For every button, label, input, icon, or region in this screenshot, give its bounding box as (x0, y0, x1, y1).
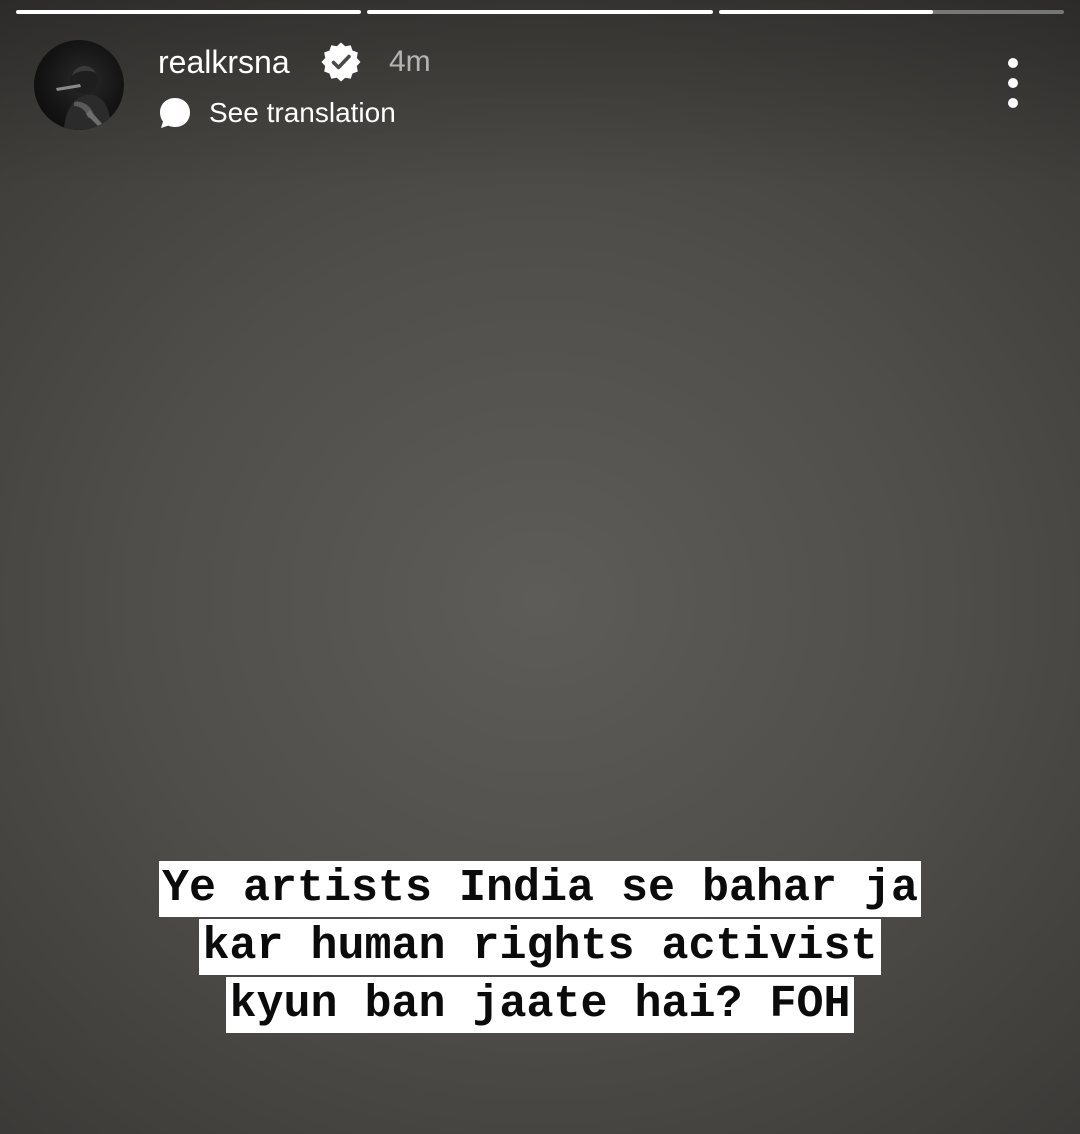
progress-segment-3 (718, 10, 1064, 14)
story-caption: Ye artists India se bahar ja kar human r… (0, 861, 1080, 1035)
see-translation-button[interactable]: See translation (158, 94, 396, 132)
progress-fill-2 (367, 10, 713, 14)
avatar-photo (56, 65, 114, 130)
more-vertical-icon-dot-3 (1008, 98, 1018, 108)
username[interactable]: realkrsna (158, 40, 290, 84)
caption-line-3: kyun ban jaate hai? FOH (226, 977, 854, 1033)
progress-fill-3 (718, 10, 933, 14)
more-options-button[interactable] (992, 58, 1034, 108)
see-translation-label: See translation (209, 97, 396, 128)
story-viewer[interactable]: realkrsna 4m See translation Ye artists … (0, 0, 1080, 1134)
speech-bubble-icon (160, 98, 190, 128)
post-time: 4m (389, 45, 431, 78)
more-vertical-icon-dot-2 (1008, 78, 1018, 88)
story-progress-bar (16, 10, 1064, 14)
progress-fill-1 (16, 10, 362, 14)
caption-line-2: kar human rights activist (199, 919, 881, 975)
verified-badge-icon (321, 42, 361, 82)
more-vertical-icon (1008, 58, 1018, 68)
progress-segment-2 (367, 10, 713, 14)
caption-line-1: Ye artists India se bahar ja (158, 861, 922, 917)
progress-segment-1 (16, 10, 362, 14)
avatar[interactable] (34, 40, 124, 130)
